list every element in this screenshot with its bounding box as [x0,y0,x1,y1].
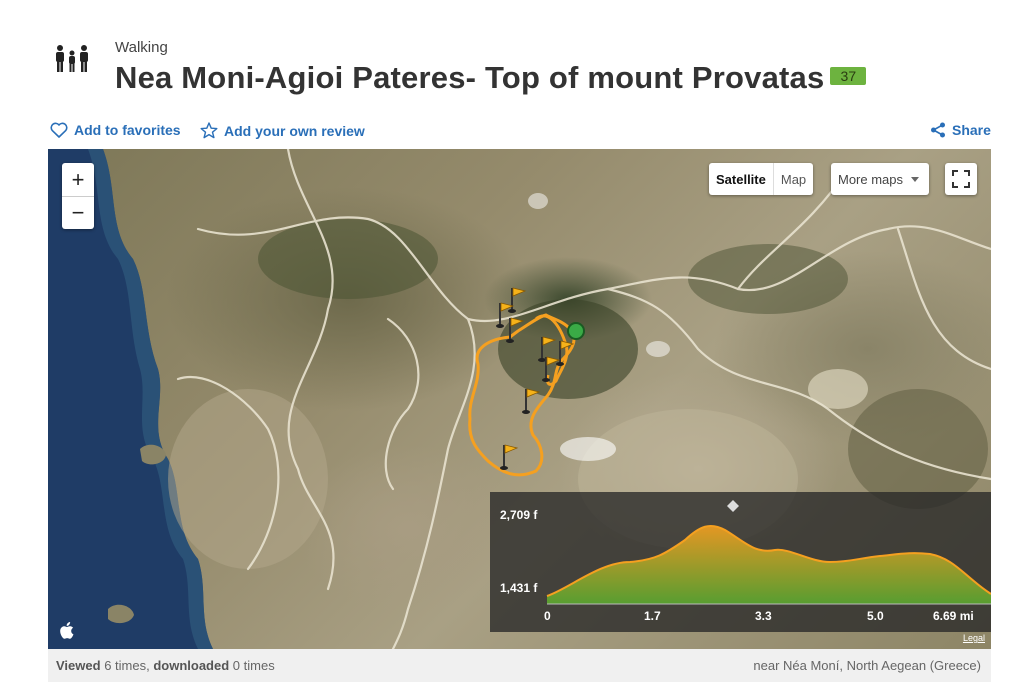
forest-patch [258,219,438,299]
bare-ground [168,389,328,569]
add-review-link[interactable]: Add your own review [200,122,365,139]
favorites-label: Add to favorites [74,122,181,138]
cloud [560,437,616,461]
view-stats: Viewed 6 times, downloaded 0 times [56,658,275,673]
activity-type: Walking [115,39,168,56]
trail-map[interactable]: + − Satellite Map More maps 2,709 f 1,43… [48,149,991,649]
elevation-max-label: 2,709 f [500,508,538,522]
elevation-profile[interactable]: 2,709 f 1,431 f 0 1.7 3.3 5.0 6.69 mi [490,492,991,632]
apple-maps-logo-icon [60,622,74,639]
distance-tick: 0 [544,609,551,623]
distance-tick: 5.0 [867,609,884,623]
trail-location: near Néa Moní, North Aegean (Greece) [753,658,981,673]
legal-link[interactable]: Legal [963,633,985,643]
downloaded-label: downloaded [153,658,230,673]
elevation-min-label: 1,431 f [500,581,538,595]
distance-tick: 3.3 [755,609,772,623]
viewed-label: Viewed [56,658,101,673]
satellite-button[interactable]: Satellite [709,163,774,195]
trail-name: Nea Moni-Agioi Pateres- Top of mount Pro… [115,60,825,95]
trail-header: Walking Nea Moni-Agioi Pateres- Top of m… [48,36,988,100]
downloaded-count: 0 times [232,658,275,673]
zoom-in-button[interactable]: + [62,163,94,196]
heart-icon [50,122,68,138]
share-icon [931,122,945,138]
map-type-toggle: Satellite Map [709,163,814,195]
trail-stats-footer: Viewed 6 times, downloaded 0 times near … [48,649,991,682]
star-icon [200,122,218,139]
zoom-out-button[interactable]: − [62,196,94,229]
walking-family-icon [56,45,88,72]
elevation-chart [546,500,991,605]
map-button[interactable]: Map [774,163,813,195]
chevron-down-icon [911,176,920,182]
waypoint-flag-icon[interactable] [522,387,542,415]
waypoint-flag-icon[interactable] [500,443,520,471]
viewed-count: 6 times, [104,658,150,673]
fullscreen-button[interactable] [945,163,977,195]
distance-tick: 6.69 mi [933,609,974,623]
start-marker [567,322,585,340]
elevation-cursor-marker [727,500,739,512]
add-to-favorites-link[interactable]: Add to favorites [50,122,181,138]
forest-patch [688,244,848,314]
forest-patch [848,389,988,509]
review-label: Add your own review [224,122,365,139]
more-maps-dropdown[interactable]: More maps [831,163,930,195]
zoom-control: + − [62,163,94,229]
cloud [528,193,548,209]
page-title: Nea Moni-Agioi Pateres- Top of mount Pro… [115,60,867,96]
more-maps-label: More maps [838,171,904,187]
cloud [646,341,670,357]
share-label: Share [952,122,991,138]
distance-tick: 1.7 [644,609,661,623]
trail-rank-badge: 37 [830,66,867,85]
trail-actions: Add to favorites Add your own review Sha… [50,122,992,144]
waypoint-flag-icon[interactable] [542,355,562,383]
share-link[interactable]: Share [930,122,991,138]
fullscreen-icon [952,170,970,188]
waypoint-flag-icon[interactable] [506,316,526,344]
